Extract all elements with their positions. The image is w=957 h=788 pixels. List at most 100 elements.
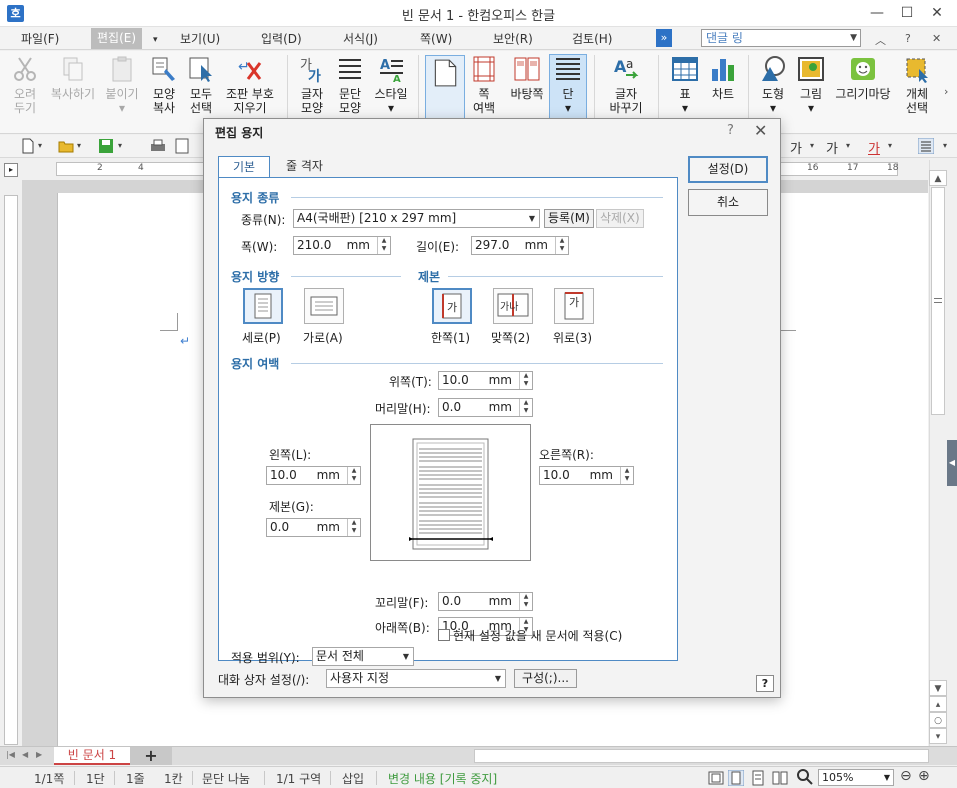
save-icon[interactable] [98,138,114,154]
side-panel-toggle-icon[interactable]: ◀ [947,440,957,486]
quick-search-combo[interactable]: 댄글 링 ▼ [701,29,861,47]
style-button[interactable]: AA 스타일 ▾ [371,55,411,115]
status-track-changes[interactable]: 변경 내용 [기록 중지] [388,770,497,787]
master-page-button[interactable]: 바탕쪽 [506,55,548,101]
left-margin-input[interactable]: 10.0 mm ▲ ▼ [266,466,361,485]
landscape-label[interactable]: 가로(A) [303,329,343,346]
register-paper-button[interactable]: 등록(M) [544,209,594,228]
menu-format[interactable]: 서식(J) [343,30,378,48]
font-color-dropdown-icon[interactable]: ▾ [888,141,892,150]
paste-button[interactable]: 붙이기 ▾ [103,55,141,115]
picture-button[interactable]: 그림 ▾ [794,55,828,115]
format-copy-button[interactable]: 모양 복사 [148,55,180,115]
font-size-glyph[interactable]: 가 [790,138,802,157]
new-doc-dropdown-icon[interactable]: ▾ [38,141,42,150]
menu-review[interactable]: 검토(H) [572,30,612,48]
portrait-option[interactable] [243,288,283,324]
cut-button[interactable]: 오려 두기 [8,55,42,115]
font-style-dropdown-icon[interactable]: ▾ [846,141,850,150]
status-page[interactable]: 1/1쪽 [34,770,64,787]
char-shape-button[interactable]: 가가 글자 모양 [295,55,329,115]
dialog-setting-select[interactable]: 사용자 지정 ▼ [326,669,506,688]
spin-arrows-icon[interactable]: ▲ ▼ [519,372,532,389]
select-all-button[interactable]: 모두 선택 [186,55,216,115]
object-select-button[interactable]: 개체 선택 [900,55,934,115]
clear-codes-button[interactable]: ↵ 조판 부호 지우기 [222,55,278,115]
spin-arrows-icon[interactable]: ▲ ▼ [519,593,532,610]
next-tab-icon[interactable]: ▶ [36,750,42,759]
binding-top-option[interactable]: 가 [554,288,594,324]
next-page-icon[interactable]: ▾ [929,728,947,744]
open-dropdown-icon[interactable]: ▾ [77,141,81,150]
clipart-button[interactable]: 그리기마당 [832,55,894,101]
zoom-icon[interactable] [797,769,813,785]
cancel-button[interactable]: 취소 [688,189,768,216]
delete-paper-button[interactable]: 삭제(X) [596,209,644,228]
apply-new-doc-checkbox[interactable] [438,629,450,641]
columns-button[interactable]: 단 ▾ [550,55,586,115]
menu-edit-dropdown-icon[interactable]: ▾ [153,31,158,49]
first-tab-icon[interactable]: |◀ [6,750,15,759]
zoom-combo[interactable]: 105% ▼ [818,769,894,786]
height-input[interactable]: 297.0 mm ▲ ▼ [471,236,569,255]
preview-icon[interactable] [174,138,190,154]
dialog-help-icon[interactable]: ? [727,123,734,138]
view-page-icon[interactable] [728,770,744,786]
font-style-glyph[interactable]: 가 [826,138,838,157]
spin-arrows-icon[interactable]: ▲ ▼ [519,399,532,416]
copy-button[interactable]: 복사하기 [48,55,98,101]
help-icon[interactable]: ? [905,32,911,45]
menu-expand-icon[interactable]: » [656,29,672,47]
toolbar-more-icon[interactable]: ▾ [943,141,947,150]
apply-range-select[interactable]: 문서 전체 ▼ [312,647,414,666]
ribbon-collapse-icon[interactable]: ︿ [875,32,886,48]
binding-facing-label[interactable]: 맞쪽(2) [491,329,530,346]
binding-single-label[interactable]: 한쪽(1) [431,329,470,346]
spin-arrows-icon[interactable]: ▲ ▼ [347,519,360,536]
apply-new-doc-label[interactable]: 현재 설정 값을 새 문서에 적용(C) [453,627,622,644]
spin-arrows-icon[interactable]: ▲ ▼ [555,237,568,254]
spin-arrows-icon[interactable]: ▲ ▼ [620,467,633,484]
spin-arrows-icon[interactable]: ▲ ▼ [347,467,360,484]
prev-page-icon[interactable]: ▴ [929,696,947,712]
portrait-label[interactable]: 세로(P) [242,329,281,346]
vertical-ruler[interactable] [4,195,18,745]
landscape-option[interactable] [304,288,344,324]
status-insert-mode[interactable]: 삽입 [342,770,364,787]
zoom-in-icon[interactable]: ⊕ [918,768,930,784]
replace-char-button[interactable]: Aa 글자 바꾸기 [604,55,648,115]
view-multi-page-icon[interactable] [772,770,788,786]
maximize-button[interactable]: ☐ [894,3,920,23]
horizontal-scrollbar[interactable] [474,749,929,763]
close-doc-icon[interactable]: ✕ [932,32,941,45]
para-shape-button[interactable]: 문단 모양 [334,55,366,115]
menu-insert[interactable]: 입력(D) [261,30,302,48]
font-color-glyph[interactable]: 가 [868,138,880,157]
zoom-out-icon[interactable]: ⊖ [900,768,912,784]
close-window-button[interactable]: ✕ [924,3,950,23]
doc-tab-1[interactable]: 빈 문서 1 [54,747,130,765]
dialog-help-button[interactable]: ? [756,675,774,692]
spin-arrows-icon[interactable]: ▲ ▼ [377,237,390,254]
menu-page[interactable]: 쪽(W) [420,30,452,48]
print-icon[interactable] [150,138,166,154]
prev-tab-icon[interactable]: ◀ [22,750,28,759]
scroll-down-icon[interactable]: ▼ [929,680,947,696]
footer-margin-input[interactable]: 0.0 mm ▲ ▼ [438,592,533,611]
binding-top-label[interactable]: 위로(3) [553,329,592,346]
menu-view[interactable]: 보기(U) [180,30,220,48]
config-button[interactable]: 구성(;)... [514,669,577,688]
dialog-close-icon[interactable]: ✕ [754,121,767,140]
ribbon-scroll-icon[interactable]: › [944,85,948,98]
binding-single-option[interactable]: 가 [432,288,472,324]
table-button[interactable]: 표 ▾ [668,55,702,115]
shape-button[interactable]: 도형 ▾ [756,55,790,115]
gutter-margin-input[interactable]: 0.0 mm ▲ ▼ [266,518,361,537]
ruler-corner-icon[interactable]: ▸ [4,163,18,177]
font-size-dropdown-icon[interactable]: ▾ [810,141,814,150]
width-input[interactable]: 210.0 mm ▲ ▼ [293,236,391,255]
top-margin-input[interactable]: 10.0 mm ▲ ▼ [438,371,533,390]
margin-button[interactable]: 쪽 여백 [467,55,501,115]
menu-edit[interactable]: 편집(E) [91,28,143,49]
page-target-icon[interactable]: ○ [929,712,947,728]
